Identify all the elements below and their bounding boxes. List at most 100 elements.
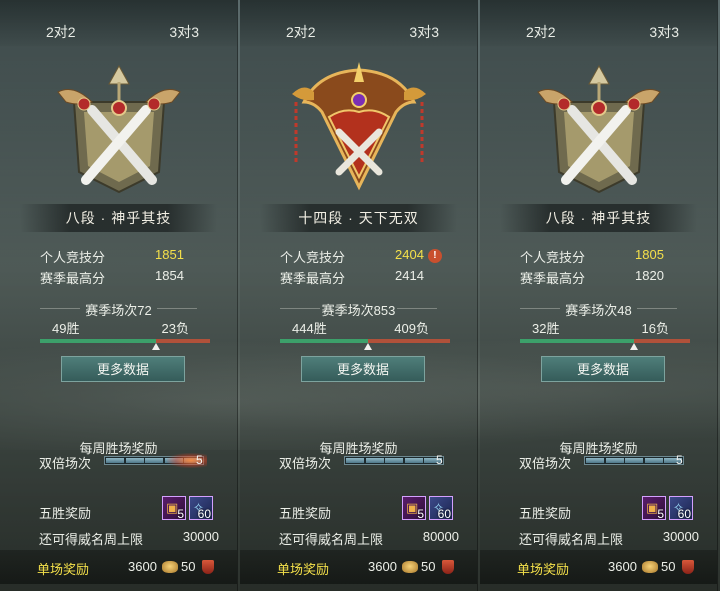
double-matches-count: 5: [436, 453, 443, 467]
reward-potion-icon[interactable]: ✧ 60: [429, 496, 453, 521]
personal-score-label: 个人竞技分: [40, 250, 106, 265]
coin-icon: [642, 561, 658, 573]
double-matches-label: 双倍场次: [39, 456, 92, 471]
reward-chest-icon[interactable]: ▣ 5: [402, 496, 426, 521]
double-matches-count: 5: [196, 453, 203, 467]
rank-title: 十四段 · 天下无双: [260, 204, 457, 232]
single-match-reward-row: 单场奖励 3600 50: [480, 550, 717, 584]
season-matches: 赛季场次853: [321, 303, 396, 318]
rank-title: 八段 · 神乎其技: [20, 204, 217, 232]
season-matches: 赛季场次72: [85, 303, 152, 318]
win-fill: [520, 339, 634, 343]
weekly-cap-value: 30000: [662, 529, 699, 544]
rank-emblem-icon: [284, 62, 434, 202]
season-high-value: 1820: [635, 268, 664, 283]
reward-chest-icon[interactable]: ▣ 5: [162, 496, 186, 521]
single-match-reward-row: 单场奖励 3600 50: [240, 550, 477, 584]
reward-potion-count: 60: [677, 507, 691, 521]
weekly-cap-label: 还可得威名周上限: [279, 532, 384, 547]
reward-potion-icon[interactable]: ✧ 60: [669, 496, 693, 521]
single-reward-coin: 3600: [608, 559, 637, 574]
win-loss-bar: [40, 339, 210, 350]
season-high-value: 1854: [155, 268, 184, 283]
more-data-button[interactable]: 更多数据: [301, 356, 425, 382]
double-progress-segment: [644, 458, 663, 463]
single-reward-prestige: 50: [421, 559, 436, 574]
weekly-cap-value: 80000: [422, 529, 459, 544]
double-progress-segment: [625, 458, 643, 463]
weekly-cap-row: 还可得威名周上限 30000: [519, 529, 699, 548]
season-high-label: 赛季最高分: [520, 271, 586, 286]
reward-chest-count: 5: [657, 507, 664, 521]
prestige-shield-icon: [682, 560, 694, 574]
weekly-cap-row: 还可得威名周上限 80000: [279, 529, 459, 548]
arena-panel: 2对2 3对3 八段 · 神乎其技 个人竞技分 1805 赛季最高分 1820 …: [480, 0, 718, 591]
double-progress-segment: [125, 458, 144, 463]
double-progress-segment: [404, 458, 423, 463]
single-reward-label: 单场奖励: [277, 562, 330, 577]
double-progress-segment: [145, 458, 163, 463]
prestige-shield-icon: [442, 560, 454, 574]
five-win-reward-label: 五胜奖励: [39, 506, 92, 521]
tab-3v3[interactable]: 3对3: [649, 22, 679, 42]
season-high-value: 2414: [395, 268, 424, 283]
wins-count: 49胜: [52, 321, 80, 336]
arena-panel: 2对2 3对3 八段 · 神乎其技 个人竞技分 1851 赛季最高分 1854 …: [0, 0, 238, 591]
personal-score-value: 1851: [155, 247, 184, 262]
season-high-row: 赛季最高分 1854: [40, 268, 184, 287]
mode-tabs: 2对2 3对3: [0, 0, 237, 46]
losses-count: 16负: [641, 321, 669, 336]
double-matches-label: 双倍场次: [279, 456, 332, 471]
five-win-reward-label: 五胜奖励: [519, 506, 572, 521]
reward-chest-count: 5: [177, 507, 184, 521]
tab-3v3[interactable]: 3对3: [169, 22, 199, 42]
weekly-cap-label: 还可得威名周上限: [519, 532, 624, 547]
ratio-marker-icon: [151, 343, 160, 350]
mode-tabs: 2对2 3对3: [480, 0, 717, 46]
personal-score-row: 个人竞技分 2404!: [280, 247, 442, 266]
ratio-marker-icon: [629, 343, 638, 350]
losses-count: 409负: [394, 321, 429, 336]
single-reward-label: 单场奖励: [517, 562, 570, 577]
reward-chest-count: 5: [417, 507, 424, 521]
tab-3v3[interactable]: 3对3: [409, 22, 439, 42]
coin-icon: [402, 561, 418, 573]
tab-2v2[interactable]: 2对2: [286, 22, 316, 42]
more-data-button[interactable]: 更多数据: [541, 356, 665, 382]
double-progress-segment: [365, 458, 384, 463]
single-reward-prestige: 50: [661, 559, 676, 574]
reward-potion-count: 60: [197, 507, 211, 521]
weekly-cap-label: 还可得威名周上限: [39, 532, 144, 547]
warning-icon[interactable]: !: [427, 249, 442, 263]
weekly-cap-row: 还可得威名周上限 30000: [39, 529, 219, 548]
mode-tabs: 2对2 3对3: [240, 0, 477, 46]
double-matches-progress: [344, 456, 444, 465]
weekly-cap-value: 30000: [182, 529, 219, 544]
reward-potion-count: 60: [437, 507, 451, 521]
reward-chest-icon[interactable]: ▣ 5: [642, 496, 666, 521]
ratio-marker-icon: [364, 343, 373, 350]
win-loss-bar: [520, 339, 690, 350]
season-matches: 赛季场次48: [565, 303, 632, 318]
double-progress-segment: [346, 458, 364, 463]
personal-score-label: 个人竞技分: [520, 250, 586, 265]
personal-score-row: 个人竞技分 1851: [40, 247, 184, 266]
double-matches-label: 双倍场次: [519, 456, 572, 471]
prestige-shield-icon: [202, 560, 214, 574]
five-win-reward-label: 五胜奖励: [279, 506, 332, 521]
tab-2v2[interactable]: 2对2: [46, 22, 76, 42]
more-data-button[interactable]: 更多数据: [61, 356, 185, 382]
tab-2v2[interactable]: 2对2: [526, 22, 556, 42]
wins-count: 32胜: [532, 321, 560, 336]
reward-potion-icon[interactable]: ✧ 60: [189, 496, 213, 521]
single-match-reward-row: 单场奖励 3600 50: [0, 550, 237, 584]
rank-title: 八段 · 神乎其技: [500, 204, 697, 232]
single-reward-label: 单场奖励: [37, 562, 90, 577]
wins-count: 444胜: [292, 321, 327, 336]
double-progress-segment: [106, 458, 124, 463]
season-high-label: 赛季最高分: [280, 271, 346, 286]
win-fill: [40, 339, 156, 343]
single-reward-coin: 3600: [368, 559, 397, 574]
season-high-row: 赛季最高分 1820: [520, 268, 664, 287]
win-loss-bar: [280, 339, 450, 350]
